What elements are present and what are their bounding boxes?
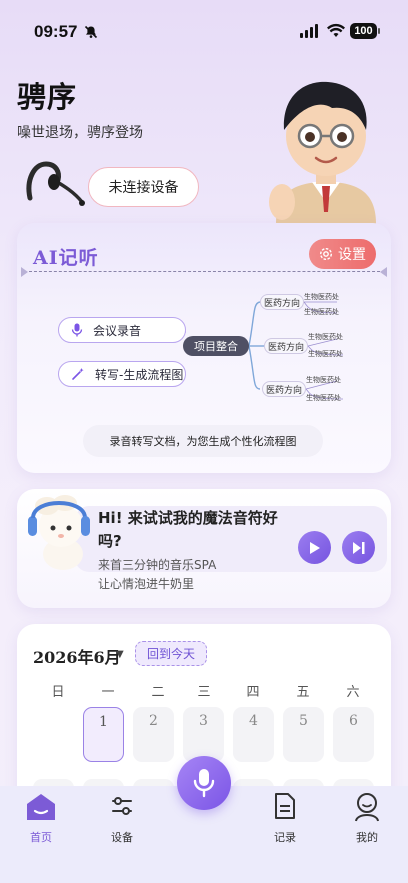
calendar-day[interactable]: 3 [183, 707, 224, 762]
weekday-label: 五 [296, 685, 310, 700]
weekday-label: 日 [51, 685, 65, 700]
music-card-title: Hi! 来试试我的魔法音符好吗? [98, 509, 278, 550]
meeting-record-label: 会议录音 [93, 323, 142, 338]
mind-map-leaf: 生物医药处 [306, 376, 341, 384]
home-icon [27, 794, 55, 820]
next-track-button[interactable] [342, 531, 375, 564]
mind-map-branch: 医药方向 [260, 294, 304, 310]
tab-device-label[interactable]: 设备 [92, 829, 152, 845]
play-icon [309, 541, 320, 554]
weekday-label: 四 [246, 685, 260, 700]
microphone-icon [71, 323, 83, 337]
tab-record[interactable] [255, 792, 315, 824]
device-status-button[interactable]: 未连接设备 [88, 167, 199, 207]
microphone-icon [193, 769, 215, 798]
mind-map-leaf: 生物医药处 [304, 308, 339, 316]
transcribe-flow-label: 转写-生成流程图 [95, 367, 184, 382]
profile-icon [355, 793, 379, 822]
headset-icon [26, 161, 85, 206]
transcribe-flow-option[interactable]: 转写-生成流程图 [58, 361, 186, 387]
status-bar: 09:57 100 [0, 0, 408, 62]
battery-indicator: 100 [350, 23, 380, 39]
tab-home-label[interactable]: 首页 [11, 829, 71, 845]
weekday-label: 六 [346, 685, 360, 700]
mascot-avatar [269, 81, 376, 224]
mind-map-leaf: 生物医药处 [308, 333, 343, 341]
tab-device[interactable] [92, 792, 152, 824]
sliders-icon [112, 797, 132, 815]
bell-muted-icon [84, 25, 98, 39]
magic-wand-icon [72, 368, 84, 380]
play-button[interactable] [298, 531, 331, 564]
app-subtitle: 噪世退场，骋序登场 [17, 125, 143, 141]
calendar-day-selected[interactable]: 1 [83, 707, 124, 762]
document-icon [275, 793, 295, 819]
ai-listen-description: 录音转写文档，为您生成个性化流程图 [83, 425, 323, 457]
weekday-label: 一 [101, 685, 115, 700]
status-time: 09:57 [34, 22, 78, 41]
calendar-day[interactable]: 2 [133, 707, 174, 762]
month-dropdown-icon[interactable]: ▼ [116, 649, 124, 660]
calendar-day[interactable]: 4 [233, 707, 274, 762]
mind-map-leaf: 生物医药处 [308, 350, 343, 358]
tab-record-label[interactable]: 记录 [255, 829, 315, 845]
calendar-month[interactable]: 2026年6月 [33, 644, 121, 668]
tab-mine-label[interactable]: 我的 [337, 829, 397, 845]
music-card[interactable]: Hi! 来试试我的魔法音符好吗? 来首三分钟的音乐SPA 让心情泡进牛奶里 [17, 489, 391, 608]
back-to-today-button[interactable]: 回到今天 [135, 641, 207, 666]
mind-map-branch: 医药方向 [264, 338, 308, 354]
tab-mine[interactable] [337, 792, 397, 826]
app-title: 骋序 [17, 80, 78, 114]
mind-map-leaf: 生物医药处 [304, 293, 339, 301]
ai-listen-card: AI记听 设置 会议录音 转写-生成流程图 项目整合 医药方向 医药方向 医药方… [17, 223, 391, 473]
calendar-day[interactable]: 6 [333, 707, 374, 762]
calendar-day[interactable]: 5 [283, 707, 324, 762]
sheep-mascot-image [28, 495, 90, 570]
music-card-subtitle-2: 让心情泡进牛奶里 [98, 577, 195, 591]
cellular-signal-icon [300, 24, 318, 38]
meeting-record-option[interactable]: 会议录音 [58, 317, 186, 343]
wifi-icon [327, 23, 345, 37]
mind-map-leaf: 生物医药处 [306, 394, 341, 402]
mind-map-root: 项目整合 [183, 336, 249, 356]
tab-home[interactable] [11, 792, 71, 826]
weekday-label: 三 [197, 685, 211, 700]
skip-next-icon [352, 541, 364, 554]
weekday-label: 二 [151, 685, 165, 700]
music-card-subtitle: 来首三分钟的音乐SPA [98, 558, 217, 572]
mind-map-branch: 医药方向 [262, 381, 306, 397]
voice-record-button[interactable] [177, 756, 231, 810]
